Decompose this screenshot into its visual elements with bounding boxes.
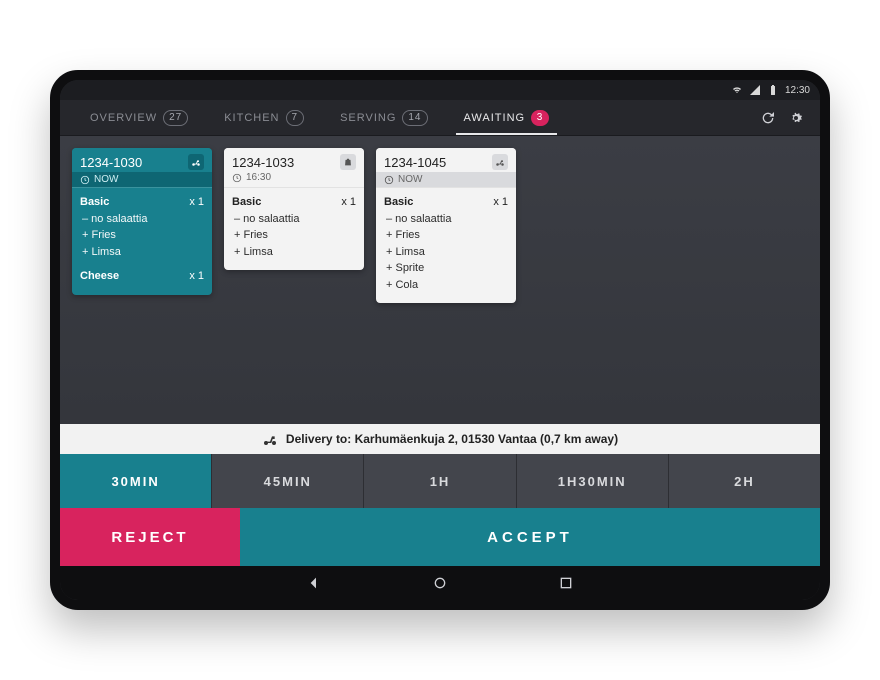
time-option-1h30min[interactable]: 1H30MIN bbox=[517, 454, 669, 508]
tab-label: OVERVIEW bbox=[90, 112, 157, 124]
gear-icon[interactable] bbox=[788, 110, 804, 126]
order-cards-area: 1234-1030 NOW Basicx 1 – no salaattia + … bbox=[60, 136, 820, 424]
android-nav-bar bbox=[60, 566, 820, 600]
tab-label: SERVING bbox=[340, 112, 396, 124]
tabs-row: OVERVIEW 27 KITCHEN 7 SERVING 14 AWAITIN… bbox=[60, 100, 820, 136]
accept-button[interactable]: ACCEPT bbox=[240, 508, 820, 566]
order-card[interactable]: 1234-1045 NOW Basicx 1 – no salaattia + … bbox=[376, 148, 516, 303]
order-id: 1234-1033 bbox=[232, 155, 294, 170]
tab-count: 14 bbox=[402, 110, 427, 126]
time-options-row: 30MIN 45MIN 1H 1H30MIN 2H bbox=[60, 454, 820, 508]
status-time: 12:30 bbox=[785, 85, 810, 96]
scooter-icon bbox=[492, 154, 508, 170]
order-id: 1234-1030 bbox=[80, 155, 142, 170]
order-time: NOW bbox=[72, 172, 212, 187]
delivery-text: Delivery to: Karhumäenkuja 2, 01530 Vant… bbox=[286, 432, 618, 446]
battery-icon bbox=[767, 84, 779, 96]
tab-overview[interactable]: OVERVIEW 27 bbox=[72, 100, 206, 135]
order-body: Basicx 1 – no salaattia + Fries + Limsa … bbox=[376, 187, 516, 303]
tab-count: 7 bbox=[286, 110, 305, 126]
tablet-frame: 12:30 OVERVIEW 27 KITCHEN 7 SERVING 14 A… bbox=[50, 70, 830, 610]
time-option-45min[interactable]: 45MIN bbox=[212, 454, 364, 508]
scooter-icon bbox=[188, 154, 204, 170]
android-status-bar: 12:30 bbox=[60, 80, 820, 100]
reject-button[interactable]: REJECT bbox=[60, 508, 240, 566]
time-option-2h[interactable]: 2H bbox=[669, 454, 820, 508]
order-card[interactable]: 1234-1030 NOW Basicx 1 – no salaattia + … bbox=[72, 148, 212, 295]
order-body: Basicx 1 – no salaattia + Fries + Limsa … bbox=[72, 187, 212, 295]
tab-serving[interactable]: SERVING 14 bbox=[322, 100, 445, 135]
tab-awaiting[interactable]: AWAITING 3 bbox=[446, 100, 568, 135]
tab-kitchen[interactable]: KITCHEN 7 bbox=[206, 100, 322, 135]
time-option-30min[interactable]: 30MIN bbox=[60, 454, 212, 508]
action-row: REJECT ACCEPT bbox=[60, 508, 820, 566]
signal-icon bbox=[749, 84, 761, 96]
home-icon[interactable] bbox=[432, 575, 448, 591]
scooter-icon bbox=[262, 431, 278, 447]
refresh-icon[interactable] bbox=[760, 110, 776, 126]
time-option-1h[interactable]: 1H bbox=[364, 454, 516, 508]
order-body: Basicx 1 – no salaattia + Fries + Limsa bbox=[224, 187, 364, 270]
wifi-icon bbox=[731, 84, 743, 96]
delivery-info-bar: Delivery to: Karhumäenkuja 2, 01530 Vant… bbox=[60, 424, 820, 454]
tab-label: AWAITING bbox=[464, 112, 526, 124]
tab-count: 3 bbox=[531, 110, 549, 126]
tab-label: KITCHEN bbox=[224, 112, 279, 124]
bag-icon bbox=[340, 154, 356, 170]
order-id: 1234-1045 bbox=[384, 155, 446, 170]
order-time: 16:30 bbox=[224, 172, 364, 187]
recents-icon[interactable] bbox=[558, 575, 574, 591]
tab-count: 27 bbox=[163, 110, 188, 126]
order-time: NOW bbox=[376, 172, 516, 187]
back-icon[interactable] bbox=[306, 575, 322, 591]
order-card[interactable]: 1234-1033 16:30 Basicx 1 – no salaattia … bbox=[224, 148, 364, 270]
